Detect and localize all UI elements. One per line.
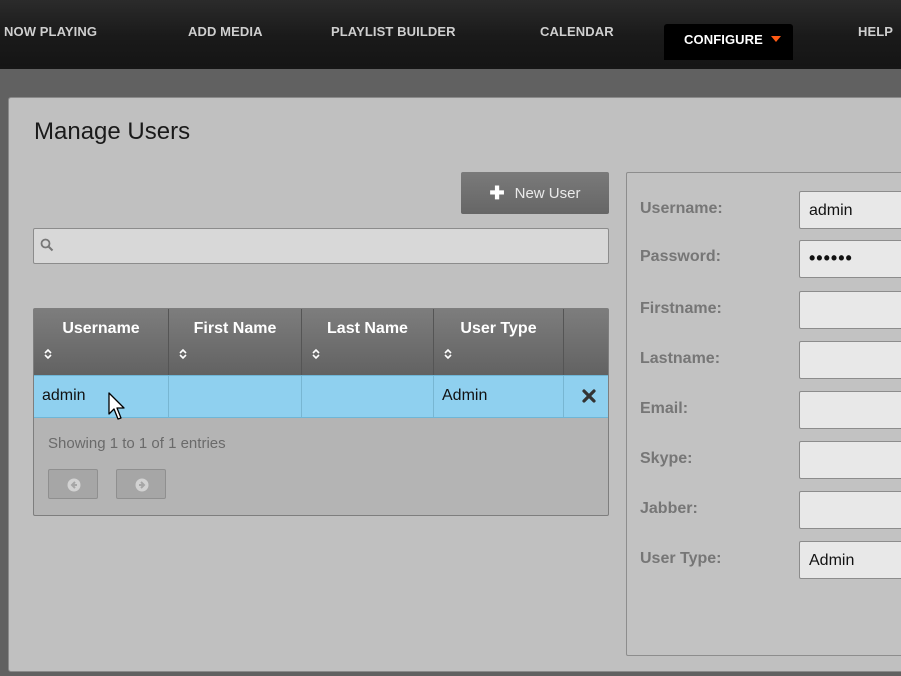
table-header: Username First Name Last Name User Type xyxy=(34,309,608,375)
cell-last-name xyxy=(302,376,434,417)
search-icon xyxy=(40,238,54,252)
column-header-label: First Name xyxy=(193,320,277,337)
skype-label: Skype: xyxy=(640,450,693,467)
sort-icon xyxy=(179,348,187,360)
user-type-select[interactable]: Admin xyxy=(799,541,901,579)
password-label: Password: xyxy=(640,248,721,265)
sort-icon xyxy=(312,348,320,360)
column-header-label: Last Name xyxy=(327,320,408,337)
new-user-button[interactable]: ✚ New User xyxy=(461,172,609,214)
nav-playlist-builder[interactable]: PLAYLIST BUILDER xyxy=(331,24,456,60)
dropdown-caret-icon xyxy=(770,36,781,42)
cell-user-type: Admin xyxy=(434,376,564,417)
nav-help[interactable]: HELP xyxy=(858,24,893,60)
nav-now-playing[interactable]: NOW PLAYING xyxy=(4,24,97,60)
column-header-label: Username xyxy=(62,320,140,337)
next-page-button[interactable] xyxy=(116,469,166,499)
firstname-label: Firstname: xyxy=(640,300,722,317)
lastname-label: Lastname: xyxy=(640,350,721,367)
users-table: Username First Name Last Name User Type … xyxy=(33,308,609,516)
column-header-actions xyxy=(564,309,608,375)
next-arrow-icon xyxy=(135,478,149,492)
nav-configure-label: CONFIGURE xyxy=(684,32,763,47)
nav-add-media[interactable]: ADD MEDIA xyxy=(188,24,263,60)
page-title: Manage Users xyxy=(34,118,191,145)
lastname-field[interactable] xyxy=(799,341,901,379)
nav-configure[interactable]: CONFIGURE xyxy=(664,24,793,60)
sort-icon xyxy=(444,348,452,360)
username-field[interactable]: admin xyxy=(799,191,901,229)
prev-arrow-icon xyxy=(67,478,81,492)
column-header-user-type[interactable]: User Type xyxy=(434,309,564,375)
cell-username: admin xyxy=(34,376,169,417)
table-row[interactable]: admin Admin xyxy=(34,375,608,418)
search-box[interactable] xyxy=(33,228,609,264)
prev-page-button[interactable] xyxy=(48,469,98,499)
top-navbar: NOW PLAYING ADD MEDIA PLAYLIST BUILDER C… xyxy=(0,0,901,66)
search-input[interactable] xyxy=(60,229,600,263)
firstname-field[interactable] xyxy=(799,291,901,329)
user-type-label: User Type: xyxy=(640,550,722,567)
column-header-label: User Type xyxy=(460,320,537,337)
email-label: Email: xyxy=(640,400,689,417)
plus-icon: ✚ xyxy=(489,182,505,203)
skype-field[interactable] xyxy=(799,441,901,479)
email-field[interactable] xyxy=(799,391,901,429)
column-header-username[interactable]: Username xyxy=(34,309,169,375)
cell-first-name xyxy=(169,376,302,417)
column-header-first-name[interactable]: First Name xyxy=(169,309,302,375)
sort-icon xyxy=(44,348,52,360)
entries-info: Showing 1 to 1 of 1 entries xyxy=(48,435,226,452)
jabber-label: Jabber: xyxy=(640,500,698,517)
jabber-field[interactable] xyxy=(799,491,901,529)
username-label: Username: xyxy=(640,200,723,217)
new-user-label: New User xyxy=(514,184,581,202)
column-header-last-name[interactable]: Last Name xyxy=(302,309,434,375)
nav-calendar[interactable]: CALENDAR xyxy=(540,24,614,60)
password-field[interactable]: •••••• xyxy=(799,240,901,278)
delete-icon[interactable] xyxy=(582,389,596,403)
